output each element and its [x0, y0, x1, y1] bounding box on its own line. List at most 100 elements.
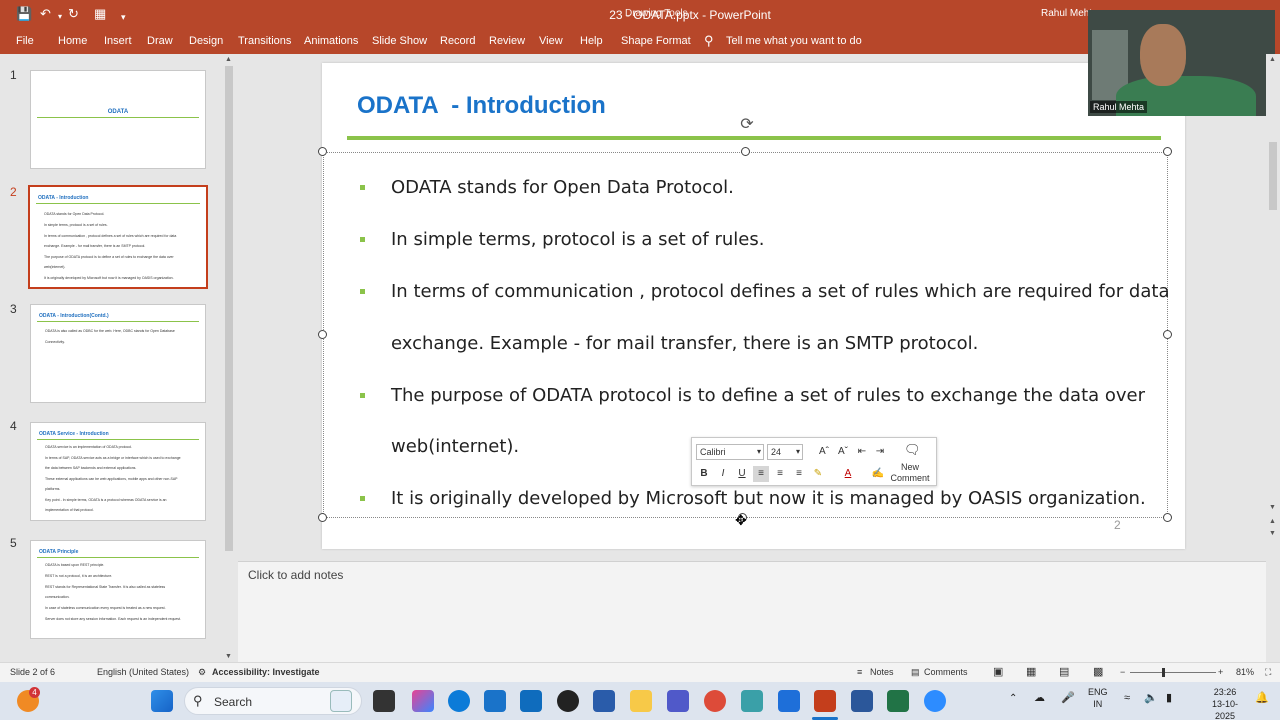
- tab-record[interactable]: Record: [440, 35, 475, 47]
- input-language[interactable]: ENG IN: [1088, 686, 1108, 710]
- format-painter-icon[interactable]: ✍: [870, 466, 886, 482]
- new-comment-icon[interactable]: 🗨: [904, 442, 921, 458]
- resize-handle[interactable]: [1163, 330, 1172, 339]
- wifi-icon[interactable]: ≈: [1124, 692, 1130, 704]
- comments-button[interactable]: Comments: [924, 667, 968, 677]
- slide-thumbnail-4[interactable]: ODATA Service - Introduction ODATA servi…: [30, 422, 206, 521]
- tab-shape-format[interactable]: Shape Format: [621, 35, 691, 47]
- scroll-thumb[interactable]: [1269, 142, 1277, 210]
- notepad-icon[interactable]: [778, 690, 800, 712]
- battery-icon[interactable]: ▮: [1166, 692, 1172, 704]
- rotate-handle-icon[interactable]: ⟳: [738, 116, 756, 134]
- next-slide-icon[interactable]: ▼: [1269, 530, 1276, 537]
- zoom-app-icon[interactable]: [924, 690, 946, 712]
- slide-thumbnail-1[interactable]: ODATA: [30, 70, 206, 169]
- slide-sorter-icon[interactable]: ▦: [1026, 665, 1036, 678]
- word-icon[interactable]: [851, 690, 873, 712]
- previous-slide-icon[interactable]: ▲: [1269, 518, 1276, 525]
- tab-insert[interactable]: Insert: [104, 35, 132, 47]
- fit-to-window-icon[interactable]: ⛶: [1265, 667, 1271, 678]
- onedrive-icon[interactable]: ☁: [1034, 692, 1045, 704]
- reading-view-icon[interactable]: ▤: [1059, 665, 1069, 678]
- transfer-app-icon[interactable]: [741, 690, 763, 712]
- thumb-bullet: It is originally developed by Microsoft …: [44, 276, 174, 280]
- tab-draw[interactable]: Draw: [147, 35, 173, 47]
- scroll-up-icon[interactable]: ▲: [1269, 56, 1276, 63]
- copilot-icon[interactable]: [412, 690, 434, 712]
- scroll-up-icon[interactable]: ▲: [225, 56, 232, 63]
- tab-file[interactable]: File: [16, 35, 34, 47]
- tab-review[interactable]: Review: [489, 35, 525, 47]
- highlight-color-icon[interactable]: ✎: [810, 466, 826, 482]
- edge-icon[interactable]: [448, 690, 470, 712]
- bullet-text: web(internet).: [391, 436, 520, 457]
- decrease-font-size-icon[interactable]: Aˇ: [835, 444, 851, 460]
- resize-handle[interactable]: [1163, 513, 1172, 522]
- resize-handle[interactable]: [318, 513, 327, 522]
- notes-placeholder[interactable]: Click to add notes: [248, 568, 343, 582]
- outlook-icon[interactable]: [520, 690, 542, 712]
- dell-icon[interactable]: [557, 690, 579, 712]
- bold-icon[interactable]: B: [696, 466, 712, 482]
- resize-handle[interactable]: [741, 147, 750, 156]
- font-color-icon[interactable]: A: [840, 466, 856, 482]
- italic-icon[interactable]: I: [715, 466, 731, 482]
- slide-thumbnail-3[interactable]: ODATA - Introduction(Contd.) ODATA is al…: [30, 304, 206, 403]
- resize-handle[interactable]: [318, 147, 327, 156]
- windows-start-icon[interactable]: [151, 690, 173, 712]
- underline-icon[interactable]: U: [734, 466, 750, 482]
- scroll-thumb[interactable]: [225, 66, 233, 551]
- decrease-indent-icon[interactable]: ⇤: [854, 444, 870, 460]
- zoom-level[interactable]: 81%: [1236, 667, 1254, 677]
- notes-pane[interactable]: Click to add notes: [238, 561, 1266, 662]
- file-explorer-icon[interactable]: [630, 690, 652, 712]
- zoom-in-icon[interactable]: +: [1218, 667, 1223, 677]
- font-size-dropdown[interactable]: 24 ▾: [767, 444, 803, 460]
- tab-slide-show[interactable]: Slide Show: [372, 35, 427, 47]
- accessibility-status[interactable]: Accessibility: Investigate: [212, 667, 320, 677]
- align-right-icon[interactable]: ≡: [791, 466, 807, 482]
- tab-help[interactable]: Help: [580, 35, 603, 47]
- tab-transitions[interactable]: Transitions: [238, 35, 291, 47]
- slideshow-view-icon[interactable]: ▩: [1093, 665, 1103, 678]
- align-left-icon[interactable]: ≡: [753, 466, 769, 482]
- slide-thumbnail-5[interactable]: ODATA Principle ODATA is based upon REST…: [30, 540, 206, 639]
- increase-indent-icon[interactable]: ⇥: [872, 444, 888, 460]
- zoom-slider-thumb[interactable]: [1162, 668, 1165, 677]
- normal-view-icon[interactable]: ▣: [993, 665, 1003, 678]
- tab-home[interactable]: Home: [58, 35, 87, 47]
- slide-scrollbar[interactable]: ▲ ▼ ▲ ▼: [1266, 54, 1280, 561]
- increase-font-size-icon[interactable]: Aˆ: [816, 444, 832, 460]
- zoom-out-icon[interactable]: −: [1120, 667, 1125, 677]
- store-icon[interactable]: [484, 690, 506, 712]
- volume-icon[interactable]: 🔈: [1144, 692, 1158, 704]
- slide-thumbnail-2[interactable]: ODATA - Introduction ODATA stands for Op…: [28, 185, 208, 289]
- widgets-icon[interactable]: [330, 690, 352, 712]
- tab-animations[interactable]: Animations: [304, 35, 358, 47]
- font-name-dropdown[interactable]: Calibri ▾: [696, 444, 764, 460]
- clock[interactable]: 23:26 13-10-2025: [1205, 686, 1245, 720]
- scroll-down-icon[interactable]: ▼: [1269, 504, 1276, 511]
- resize-handle[interactable]: [1163, 147, 1172, 156]
- resize-handle[interactable]: [318, 330, 327, 339]
- task-view-icon[interactable]: [373, 690, 395, 712]
- excel-icon[interactable]: [887, 690, 909, 712]
- tab-view[interactable]: View: [539, 35, 563, 47]
- chrome-icon[interactable]: [704, 690, 726, 712]
- tell-me-search[interactable]: Tell me what you want to do: [726, 35, 862, 47]
- teams-icon[interactable]: [667, 690, 689, 712]
- zoom-slider[interactable]: [1130, 672, 1216, 673]
- show-hidden-icons[interactable]: ⌃: [1009, 693, 1017, 705]
- scroll-down-icon[interactable]: ▼: [225, 653, 232, 660]
- align-center-icon[interactable]: ≡: [772, 466, 788, 482]
- notification-bell-icon[interactable]: 🔔: [1255, 692, 1269, 704]
- microphone-icon[interactable]: 🎤: [1061, 692, 1075, 704]
- vpn-icon[interactable]: [593, 690, 615, 712]
- language-indicator[interactable]: English (United States): [97, 667, 189, 677]
- notes-button[interactable]: Notes: [870, 667, 894, 677]
- tab-design[interactable]: Design: [189, 35, 223, 47]
- new-comment-label[interactable]: New Comment: [888, 462, 932, 484]
- powerpoint-icon[interactable]: [814, 690, 836, 712]
- thumbnail-scrollbar[interactable]: ▲ ▼: [223, 56, 235, 660]
- slide-title[interactable]: ODATA - Introduction: [357, 92, 606, 120]
